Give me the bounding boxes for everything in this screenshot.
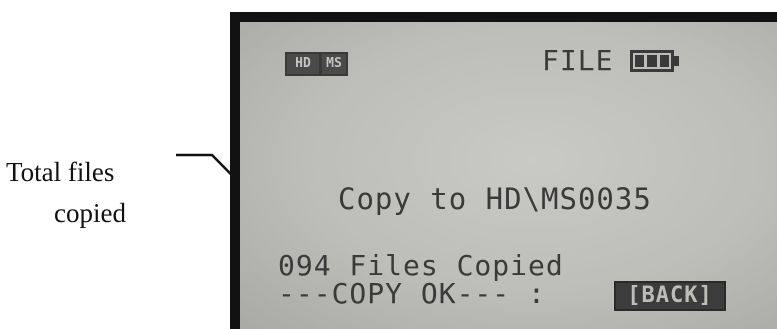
- device-screen-frame: HD MS FILE Copy to HD\MS0035 094 Files C…: [230, 12, 777, 329]
- callout-label-line-1: Total files: [6, 157, 115, 187]
- copy-destination-text: Copy to HD\MS0035: [338, 182, 652, 216]
- callout-label-line-2: copied: [54, 198, 126, 228]
- hd-drive-indicator: HD: [285, 52, 321, 76]
- lcd-screen: HD MS FILE Copy to HD\MS0035 094 Files C…: [240, 22, 777, 329]
- copy-ok-status: ---COPY OK--- :: [278, 277, 546, 310]
- ms-card-indicator: MS: [320, 52, 348, 76]
- back-button[interactable]: [BACK]: [614, 281, 726, 311]
- battery-terminal-icon: [674, 56, 679, 66]
- screen-title: FILE: [542, 44, 614, 77]
- battery-full-icon: [630, 50, 674, 72]
